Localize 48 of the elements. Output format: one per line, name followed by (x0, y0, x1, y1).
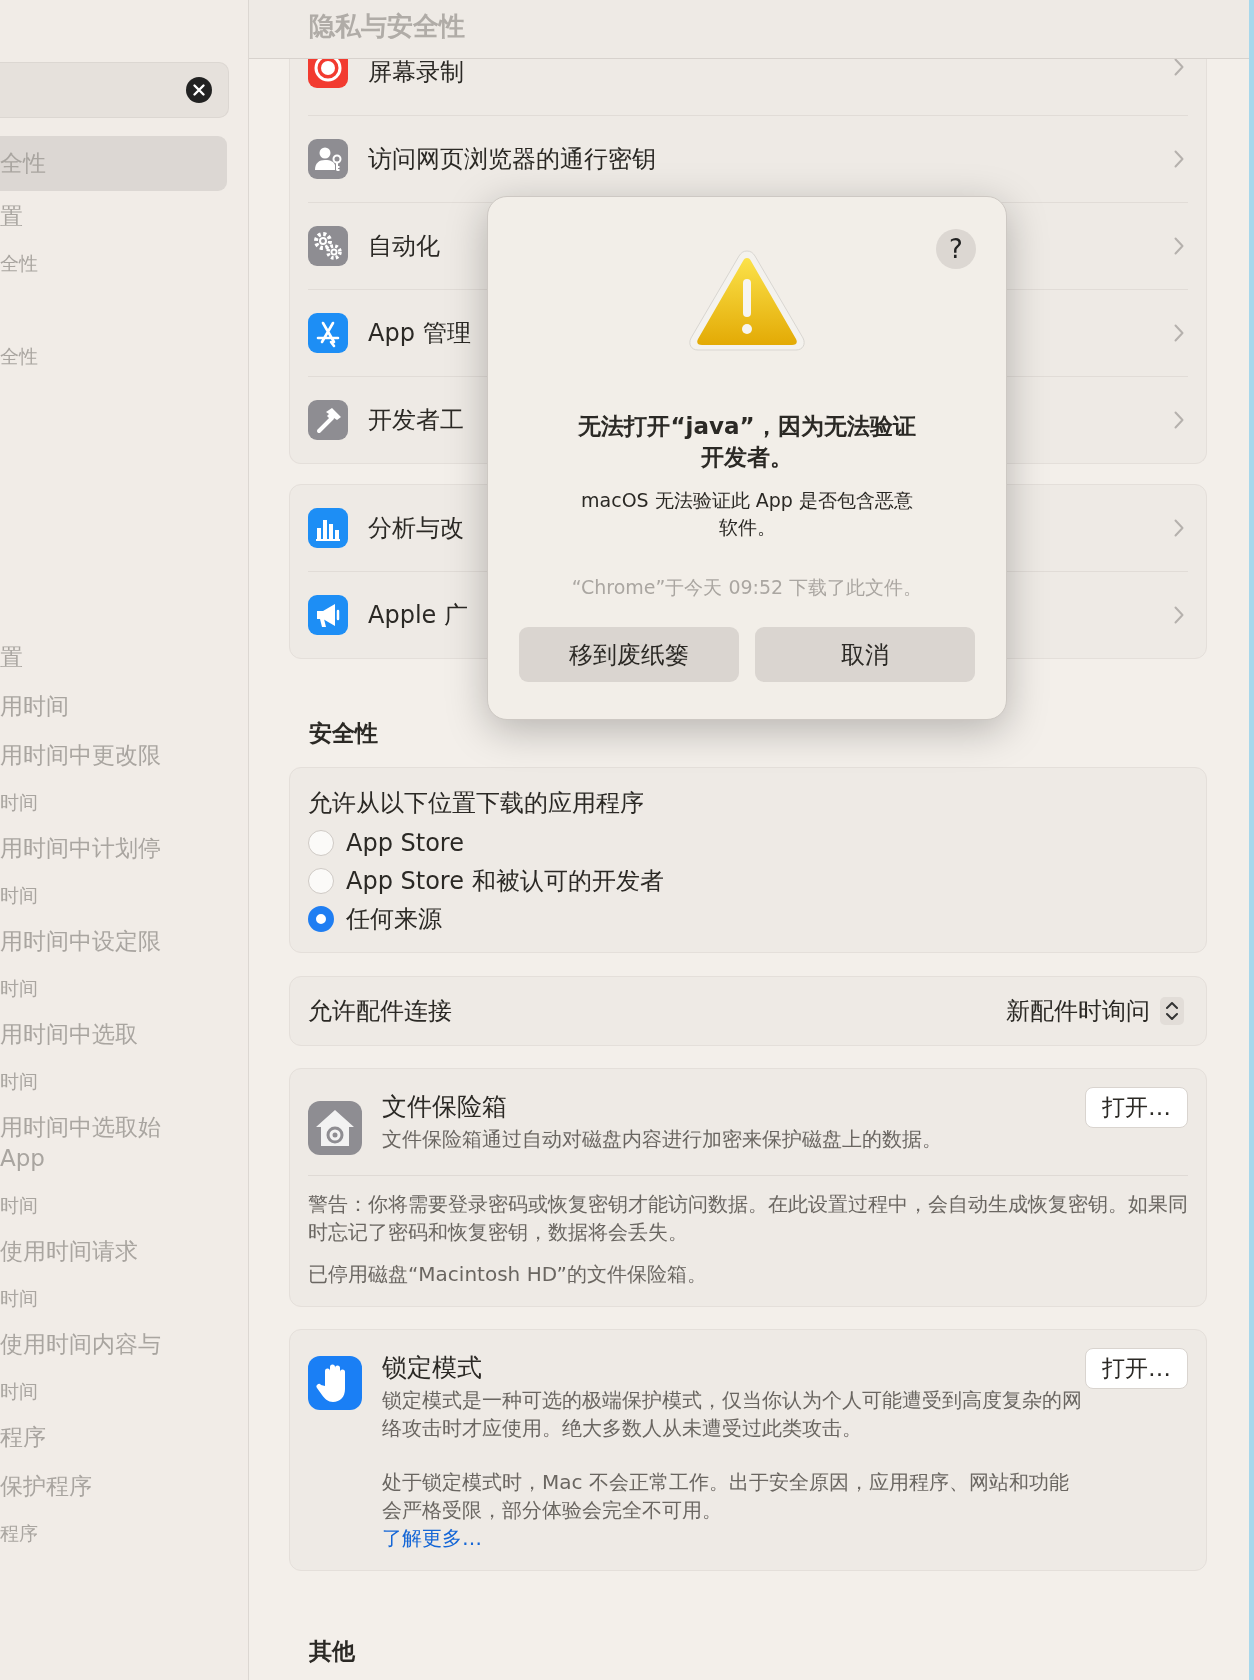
sidebar-item-title: 置 (0, 202, 24, 231)
row-label: 访问网页浏览器的通行密钥 (368, 144, 656, 175)
sidebar-item-subtitle: 程序 (0, 1521, 39, 1546)
card-description: 处于锁定模式时，Mac 不会正常工作。出于安全原因，应用程序、网站和功能会严格受限，部分体验会完全不可用。 (382, 1469, 1070, 1524)
sidebar-item-title: 程序 (0, 1423, 47, 1452)
dialog-title: 无法打开“java”，因为无法验证开发者。 (577, 412, 917, 472)
accessories-label: 允许配件连接 (308, 996, 453, 1027)
row-label: 屏幕录制 (368, 58, 464, 86)
card-description: 锁定模式是一种可选的极端保护模式，仅当你认为个人可能遭受到高度复杂的网络攻击时才应使用。绝大多数人从未遭受过此类攻击。 (382, 1387, 1083, 1442)
sidebar-item-subtitle: 时间 (0, 1069, 39, 1094)
sidebar-item-title: 用时间中选取 (0, 1020, 139, 1049)
sidebar-item-title: App (0, 1144, 46, 1173)
row-label: App 管理 (368, 318, 471, 349)
sidebar-item-subtitle: 时间 (0, 976, 39, 1001)
sidebar-item-title: 用时间中计划停 (0, 834, 162, 863)
section-heading: 安全性 (309, 719, 379, 748)
sidebar-item-title: 置 (0, 643, 24, 672)
row-label: 开发者工 (368, 405, 464, 436)
warning-text: 警告：你将需要登录密码或恢复密钥才能访问数据。在此设置过程中，会自动生成恢复密钥。如果同时忘记了密码和恢复密钥，数据将会丢失。 (308, 1191, 1188, 1246)
radio-label: App Store 和被认可的开发者 (346, 866, 664, 897)
sidebar-item-subtitle: 时间 (0, 790, 39, 815)
sidebar-item-subtitle: 时间 (0, 1286, 39, 1311)
sidebar-item-title: 使用时间请求 (0, 1237, 139, 1266)
sidebar-item-subtitle: 时间 (0, 1379, 39, 1404)
sidebar-item-subtitle: 时间 (0, 883, 39, 908)
sidebar-item-title: 用时间中更改限 (0, 741, 162, 770)
section-heading: 其他 (309, 1637, 356, 1666)
window-title: 隐私与安全性 (309, 10, 465, 43)
row-label: Apple 广 (368, 600, 468, 631)
card-description: 文件保险箱通过自动对磁盘内容进行加密来保护磁盘上的数据。 (382, 1126, 943, 1153)
card-title: 文件保险箱 (382, 1091, 508, 1123)
sidebar-item-subtitle: 全性 (0, 251, 39, 276)
dialog-message: macOS 无法验证此 App 是否包含恶意软件。 (580, 488, 914, 540)
sidebar-item-title: 用时间中选取始 (0, 1113, 162, 1142)
status-text: 已停用磁盘“Macintosh HD”的文件保险箱。 (308, 1261, 708, 1288)
sidebar-item-subtitle: 全性 (0, 344, 39, 369)
sidebar-item-title: 用时间 (0, 692, 70, 721)
sidebar-item-title: 用时间中设定限 (0, 927, 162, 956)
sidebar-item-subtitle: 时间 (0, 1193, 39, 1218)
download-label: 允许从以下位置下载的应用程序 (308, 788, 645, 819)
row-label: 分析与改 (368, 513, 464, 544)
radio-label: 任何来源 (346, 904, 442, 935)
sidebar-item-title: 使用时间内容与 (0, 1330, 162, 1359)
row-label: 自动化 (368, 231, 440, 262)
dialog-note: “Chrome”于今天 09:52 下载了此文件。 (571, 575, 923, 600)
card-title: 锁定模式 (382, 1352, 483, 1384)
sidebar-item-title: 保护程序 (0, 1472, 93, 1501)
radio-label: App Store (346, 829, 464, 857)
